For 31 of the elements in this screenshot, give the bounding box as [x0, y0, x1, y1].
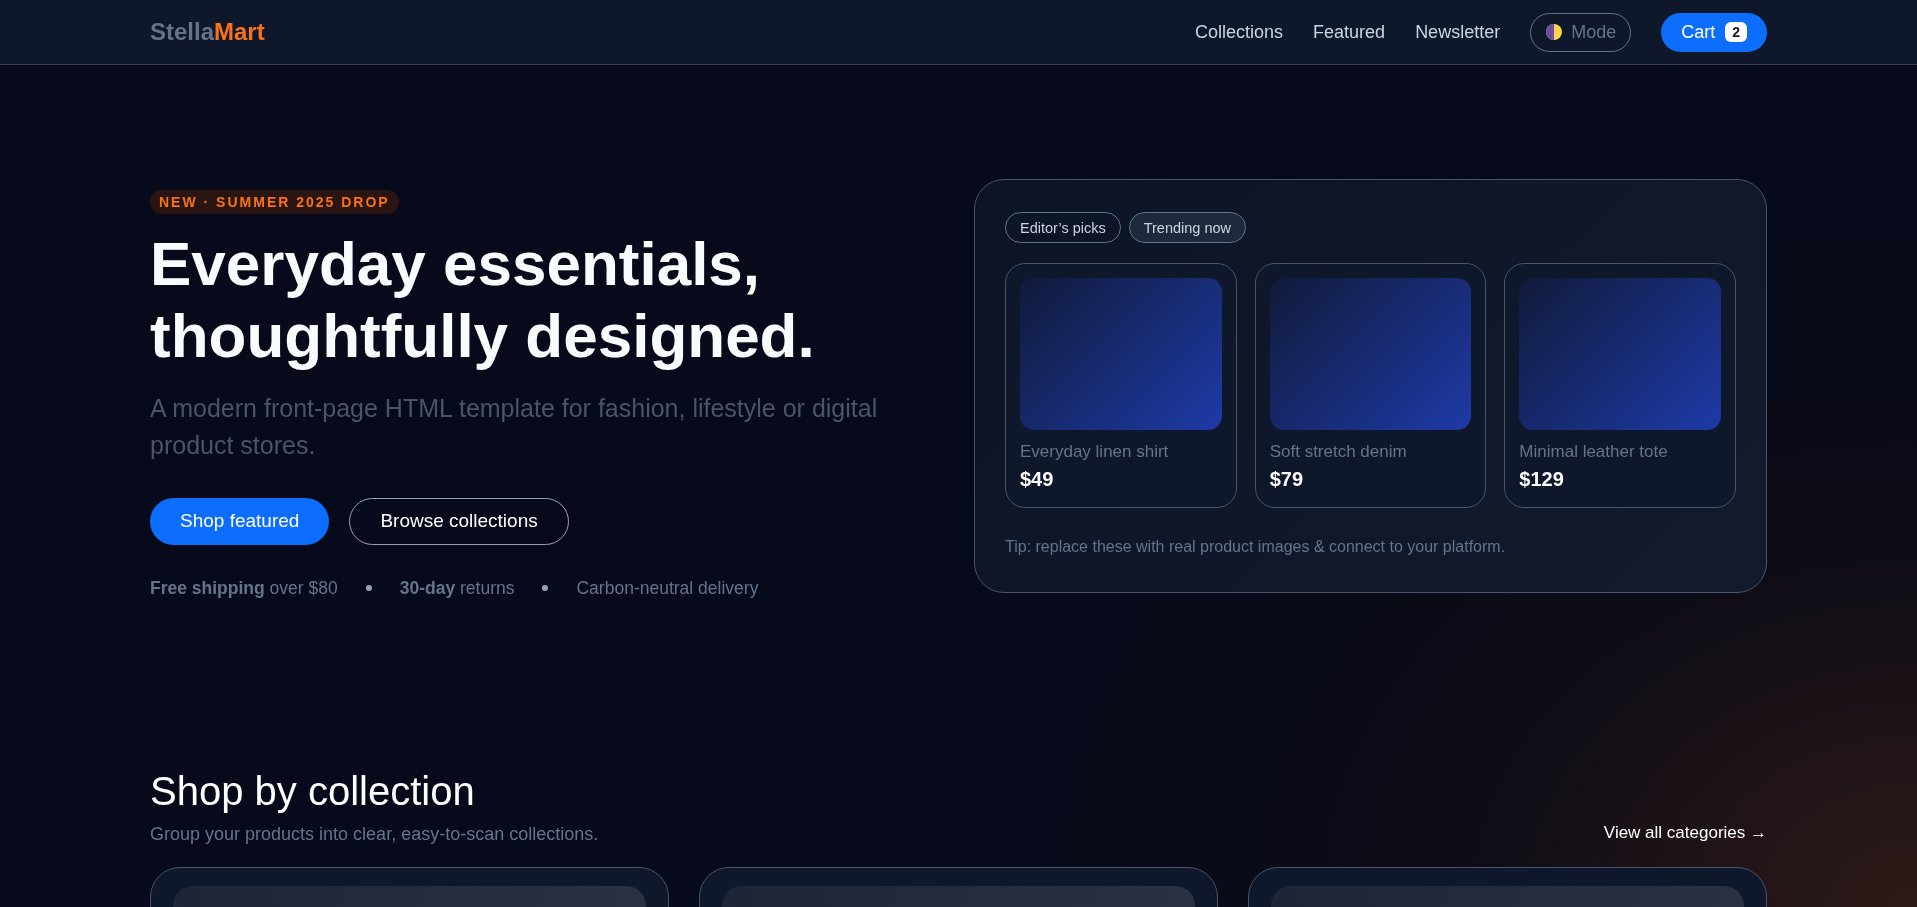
cart-count: 2: [1725, 22, 1747, 42]
half-circle-icon: [1545, 23, 1564, 41]
hero-subtitle: A modern front-page HTML template for fashion, lifestyle or digital product stores.: [150, 392, 879, 461]
logo-text[interactable]: Mart: [214, 18, 265, 46]
filter-tab[interactable]: Trending now: [1128, 212, 1247, 243]
logo-text[interactable]: Stella: [150, 18, 215, 46]
perk-text: 30-day returns: [399, 577, 515, 599]
section-heading: Shop by collection: [150, 768, 476, 814]
view-all-link[interactable]: View all categories →: [1603, 822, 1767, 843]
product-price: $49: [1020, 468, 1055, 491]
product-card[interactable]: Minimal leather tote $129: [1504, 263, 1736, 508]
product-name: Soft stretch denim: [1269, 442, 1408, 462]
product-card[interactable]: Soft stretch denim $79: [1254, 263, 1487, 508]
product-price: $79: [1269, 468, 1305, 491]
cart-button[interactable]: Cart 2: [1661, 12, 1767, 52]
perk-text: Free shipping over $80: [150, 577, 338, 599]
product-card[interactable]: Everyday linen shirt $49: [1005, 263, 1237, 508]
promo-badge: NEW · SUMMER 2025 DROP: [150, 190, 399, 214]
separator-dot: [542, 585, 549, 592]
section-subtitle: Group your products into clear, easy-to-scan collections.: [150, 823, 599, 845]
hero-heading: Everyday essentials, thoughtfully designed.: [150, 228, 816, 372]
nav-link[interactable]: Collections: [1195, 21, 1284, 43]
separator-dot: [365, 585, 372, 592]
nav-link[interactable]: Featured: [1313, 21, 1386, 43]
product-price: $129: [1519, 468, 1565, 491]
shop-button[interactable]: Shop featured: [150, 497, 330, 545]
perk-text: Carbon-neutral delivery: [576, 577, 759, 599]
nav-link[interactable]: Newsletter: [1415, 21, 1501, 43]
product-name: Everyday linen shirt: [1020, 442, 1170, 462]
product-name: Minimal leather tote: [1519, 442, 1669, 462]
tip-text: Tip: replace these with real product images & connect to your platform.: [1005, 538, 1507, 556]
